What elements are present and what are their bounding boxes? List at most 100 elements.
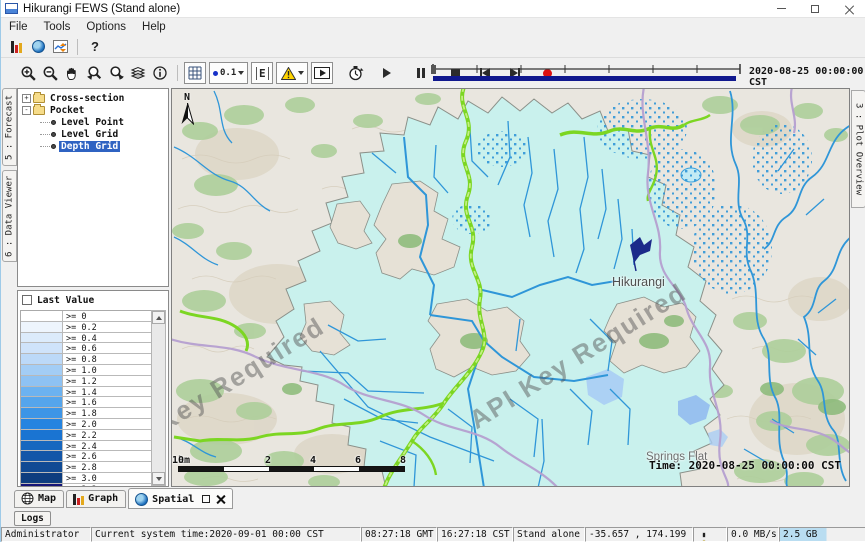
grid-icon[interactable] (184, 62, 206, 84)
tab-data-viewer[interactable]: 6 : Data Viewer (2, 170, 17, 262)
menu-bar: File Tools Options Help (1, 18, 865, 36)
timeseries-icon[interactable] (49, 36, 71, 58)
status-time-local: 16:27:18 CST (437, 527, 513, 542)
playback-window-icon[interactable] (311, 62, 333, 84)
logs-button[interactable]: Logs (14, 511, 51, 526)
menu-help[interactable]: Help (134, 19, 174, 35)
legend-row-label: >= 0.2 (63, 322, 151, 332)
timeline-slider[interactable] (429, 62, 744, 84)
zoom-previous-icon[interactable] (83, 62, 105, 84)
tab-map-label: Map (38, 493, 56, 504)
warning-dropdown[interactable] (276, 62, 308, 84)
tab-graph[interactable]: Graph (66, 490, 126, 508)
legend-row-label: >= 1.4 (63, 387, 151, 397)
help-icon[interactable]: ? (84, 36, 106, 58)
legend-row: >= 1.8 (21, 408, 151, 419)
legend-row: >= 2.4 (21, 441, 151, 452)
tab-plot-overview[interactable]: 3 : Plot Overview (851, 90, 865, 208)
threshold-dropdown[interactable]: 0.1 (209, 62, 248, 84)
main-area: 5 : Forecast 6 : Data Viewer + Cross-sec… (1, 88, 865, 487)
pan-hand-icon[interactable] (61, 62, 83, 84)
zoom-in-icon[interactable] (17, 62, 39, 84)
menu-file[interactable]: File (1, 19, 36, 35)
map-view[interactable]: API Key Required API Key Required Hikura… (171, 88, 850, 487)
legend-row: >= 2.2 (21, 430, 151, 441)
legend-color-swatch (21, 397, 63, 407)
status-mode: Stand alone (513, 527, 585, 542)
bar-chart-icon (73, 493, 84, 505)
legend-row-label: >= 0 (63, 311, 151, 321)
filter-tree[interactable]: + Cross-section - Pocket Level Point Lev… (17, 88, 169, 287)
legend-row: >= 0.8 (21, 354, 151, 365)
tree-node-cross-section[interactable]: + Cross-section (18, 92, 168, 104)
tree-node-pocket[interactable]: - Pocket (18, 104, 168, 116)
legend-row-label: >= 3.0 (63, 473, 151, 483)
status-coordinates: -35.657 , 174.199 (585, 527, 693, 542)
globe-icon[interactable] (27, 36, 49, 58)
chevron-down-icon (238, 71, 244, 75)
threshold-dot-icon (213, 71, 218, 76)
legend-row: >= 0.6 (21, 343, 151, 354)
tree-node-level-point[interactable]: Level Point (40, 116, 168, 128)
tree-node-depth-grid[interactable]: Depth Grid (40, 140, 168, 152)
logs-chart-icon[interactable] (5, 36, 27, 58)
tab-spatial[interactable]: Spatial (128, 488, 233, 509)
legend-color-swatch (21, 387, 63, 397)
legend-row-label: >= 3.2 (63, 484, 151, 486)
last-value-checkbox[interactable] (22, 295, 32, 305)
legend-scrollbar[interactable] (151, 310, 166, 486)
play-icon[interactable] (376, 62, 398, 84)
window-title: Hikurangi FEWS (Stand alone) (23, 3, 180, 15)
fews-logo-icon (5, 3, 18, 14)
tree-node-label[interactable]: Pocket (48, 105, 86, 116)
collapse-icon[interactable]: - (22, 106, 31, 115)
legend-color-swatch (21, 462, 63, 472)
tree-node-level-grid[interactable]: Level Grid (40, 128, 168, 140)
legend-row: >= 3.0 (21, 473, 151, 484)
tab-map[interactable]: Map (14, 490, 64, 508)
layers-icon[interactable] (127, 62, 149, 84)
minimize-icon (777, 8, 786, 9)
scroll-down-icon[interactable] (152, 472, 165, 485)
legend-panel: Last Value >= 0 >= 0.2 >= 0.4 >= 0.6 >= … (17, 290, 169, 487)
scale-tick: 6 (355, 455, 361, 466)
scale-bar-segments (178, 466, 405, 472)
legend-color-swatch (21, 322, 63, 332)
status-warning-cell[interactable] (693, 527, 727, 542)
toolbar-separator (177, 65, 178, 81)
close-button[interactable] (832, 0, 865, 17)
animation-clock-icon[interactable] (344, 62, 366, 84)
tree-node-label[interactable]: Level Point (59, 117, 126, 128)
info-icon[interactable] (149, 62, 171, 84)
legend-row-label: >= 0.4 (63, 333, 151, 343)
legend-row: >= 1.6 (21, 397, 151, 408)
maximize-panel-icon[interactable] (202, 495, 210, 503)
zoom-next-icon[interactable] (105, 62, 127, 84)
tab-graph-label: Graph (88, 493, 118, 504)
tree-node-label-selected[interactable]: Depth Grid (59, 141, 120, 152)
zoom-out-icon[interactable] (39, 62, 61, 84)
legend-color-swatch (21, 333, 63, 343)
timeline-progress-bar (433, 76, 736, 81)
basemap-layers (172, 89, 850, 487)
scale-tick: 4 (310, 455, 316, 466)
status-memory: 2.5 GB (779, 527, 865, 542)
legend-row-label: >= 1.8 (63, 408, 151, 418)
right-tab-strip: 3 : Plot Overview (850, 88, 865, 487)
minimize-button[interactable] (764, 0, 798, 17)
north-label: N (180, 92, 194, 103)
legend-row: >= 2.8 (21, 462, 151, 473)
maximize-button[interactable] (798, 0, 832, 17)
expand-icon[interactable]: + (22, 94, 31, 103)
title-bar[interactable]: Hikurangi FEWS (Stand alone) (1, 0, 865, 18)
tab-forecast[interactable]: 5 : Forecast (2, 88, 17, 166)
menu-tools[interactable]: Tools (36, 19, 79, 35)
close-panel-icon[interactable] (216, 495, 225, 504)
tree-node-label[interactable]: Cross-section (48, 93, 126, 104)
scroll-up-icon[interactable] (152, 311, 165, 324)
label-icon[interactable]: E (251, 62, 273, 84)
bullet-icon (51, 144, 56, 149)
menu-options[interactable]: Options (78, 19, 134, 35)
tree-node-label[interactable]: Level Grid (59, 129, 120, 140)
legend-row: >= 1.2 (21, 376, 151, 387)
